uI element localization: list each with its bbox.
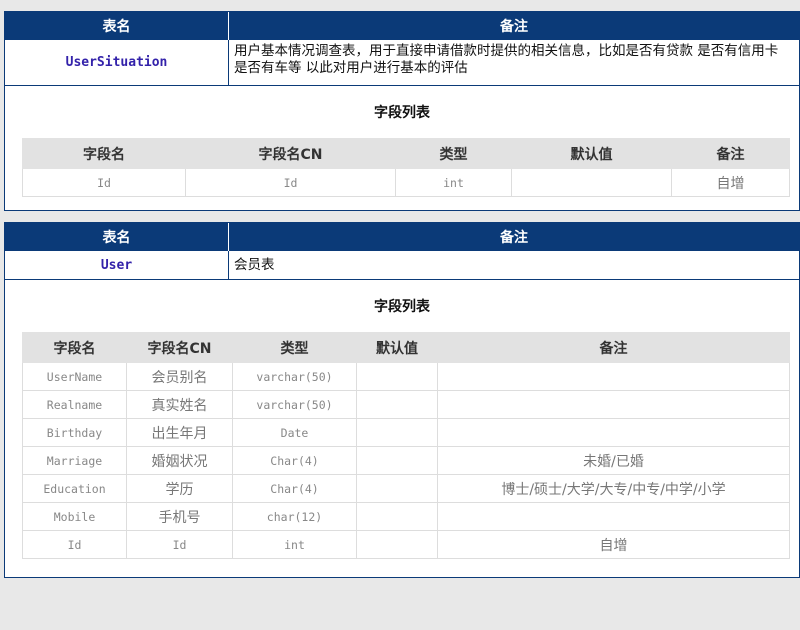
table-remark-header: 备注	[500, 19, 528, 35]
cell-field: Marriage	[22, 446, 127, 475]
table-row: Education 学历 Char(4) 博士/硕士/大学/大专/中专/中学/小…	[22, 474, 790, 503]
cell-type: char(12)	[232, 502, 357, 531]
cell-remark: 博士/硕士/大学/大专/中专/中学/小学	[437, 474, 790, 503]
cell-field-cn: 真实姓名	[126, 390, 233, 419]
col-header-default: 默认值	[356, 332, 438, 363]
cell-field-cn: 婚姻状况	[126, 446, 233, 475]
table-row: Marriage 婚姻状况 Char(4) 未婚/已婚	[22, 446, 790, 475]
fields-header-row: 字段名 字段名CN 类型 默认值 备注	[22, 332, 790, 363]
table-info-row: UserSituation 用户基本情况调查表，用于直接申请借款时提供的相关信息…	[5, 40, 799, 86]
table-row: Id Id int 自增	[22, 168, 790, 197]
cell-field-cn: Id	[126, 530, 233, 559]
col-header-field-cn: 字段名CN	[126, 332, 233, 363]
cell-default	[511, 168, 672, 197]
col-header-field-cn: 字段名CN	[185, 138, 396, 169]
cell-default	[356, 530, 438, 559]
table-remark-header: 备注	[500, 230, 528, 246]
cell-remark	[437, 362, 790, 391]
table-name: User	[5, 251, 229, 279]
table-block-user: 表名 备注 User 会员表 字段列表 字段名 字段名CN 类型 默认值 备注 …	[4, 222, 800, 578]
cell-field-cn: 会员别名	[126, 362, 233, 391]
fields-title: 字段列表	[374, 105, 430, 121]
table-row: UserName 会员别名 varchar(50)	[22, 362, 790, 391]
fields-header-row: 字段名 字段名CN 类型 默认值 备注	[22, 138, 790, 169]
cell-field-cn: 手机号	[126, 502, 233, 531]
table-row: Mobile 手机号 char(12)	[22, 502, 790, 531]
cell-default	[356, 474, 438, 503]
cell-field-cn: 出生年月	[126, 418, 233, 447]
cell-field: Id	[22, 168, 186, 197]
cell-field: Id	[22, 530, 127, 559]
col-header-type: 类型	[395, 138, 512, 169]
col-header-type: 类型	[232, 332, 357, 363]
cell-remark: 自增	[437, 530, 790, 559]
table-remark: 用户基本情况调查表，用于直接申请借款时提供的相关信息，比如是否有贷款 是否有信用…	[234, 43, 779, 76]
cell-default	[356, 502, 438, 531]
cell-field: Mobile	[22, 502, 127, 531]
table-header-row: 表名 备注	[5, 12, 799, 40]
table-row: Id Id int 自增	[22, 530, 790, 559]
cell-default	[356, 446, 438, 475]
col-header-field: 字段名	[22, 138, 186, 169]
cell-type: varchar(50)	[232, 362, 357, 391]
table-name-header: 表名	[5, 12, 229, 40]
cell-type: Char(4)	[232, 446, 357, 475]
fields-title: 字段列表	[374, 299, 430, 315]
cell-remark	[437, 418, 790, 447]
cell-type: varchar(50)	[232, 390, 357, 419]
cell-remark	[437, 502, 790, 531]
cell-type: int	[395, 168, 512, 197]
fields-table: 字段名 字段名CN 类型 默认值 备注 Id Id int 自增	[22, 138, 790, 197]
col-header-field: 字段名	[22, 332, 127, 363]
cell-field-cn: Id	[185, 168, 396, 197]
col-header-remark: 备注	[437, 332, 790, 363]
table-block-usersituation: 表名 备注 UserSituation 用户基本情况调查表，用于直接申请借款时提…	[4, 11, 800, 211]
table-header-row: 表名 备注	[5, 223, 799, 251]
table-remark: 会员表	[234, 256, 275, 273]
table-row: Birthday 出生年月 Date	[22, 418, 790, 447]
cell-remark	[437, 390, 790, 419]
cell-remark: 自增	[671, 168, 790, 197]
col-header-default: 默认值	[511, 138, 672, 169]
cell-default	[356, 418, 438, 447]
cell-remark: 未婚/已婚	[437, 446, 790, 475]
fields-table: 字段名 字段名CN 类型 默认值 备注 UserName 会员别名 varcha…	[22, 332, 790, 559]
cell-type: Date	[232, 418, 357, 447]
col-header-remark: 备注	[671, 138, 790, 169]
table-info-row: User 会员表	[5, 251, 799, 280]
cell-type: int	[232, 530, 357, 559]
table-name-header: 表名	[5, 223, 229, 251]
table-name: UserSituation	[5, 40, 229, 85]
cell-field-cn: 学历	[126, 474, 233, 503]
cell-field: Realname	[22, 390, 127, 419]
cell-default	[356, 390, 438, 419]
cell-type: Char(4)	[232, 474, 357, 503]
cell-field: Education	[22, 474, 127, 503]
cell-default	[356, 362, 438, 391]
table-row: Realname 真实姓名 varchar(50)	[22, 390, 790, 419]
cell-field: UserName	[22, 362, 127, 391]
cell-field: Birthday	[22, 418, 127, 447]
